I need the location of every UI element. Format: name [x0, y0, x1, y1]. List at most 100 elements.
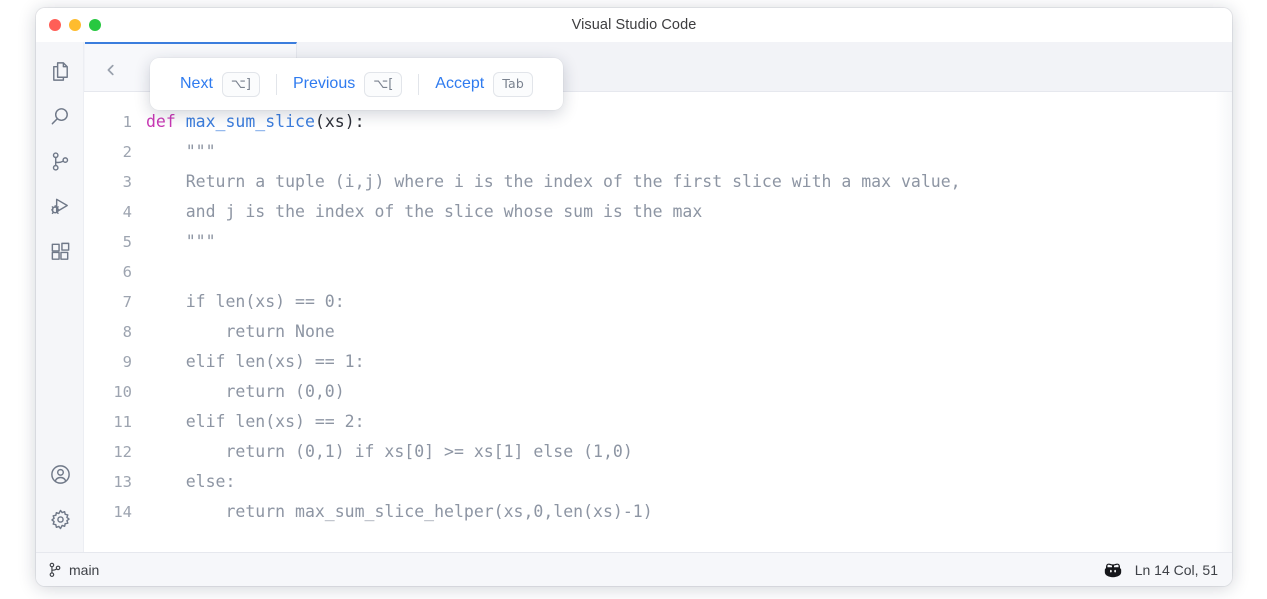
status-bar: main Ln 14 Col, 51 — [36, 552, 1232, 586]
code-token: max_sum_slice — [186, 112, 315, 131]
line-number: 13 — [84, 467, 146, 497]
code-token: return (0,1) if xs[0] >= xs[1] else (1,0… — [146, 442, 633, 461]
code-token: return None — [146, 322, 335, 341]
code-token: and j is the index of the slice whose su… — [146, 202, 702, 221]
activity-item-accounts[interactable] — [36, 452, 84, 497]
toolbar-divider-2 — [418, 74, 419, 95]
code-line: 2 """ — [84, 137, 1232, 167]
status-bar-right-group: Ln 14 Col, 51 — [1103, 553, 1218, 586]
code-token: return (0,0) — [146, 382, 345, 401]
line-number: 11 — [84, 407, 146, 437]
activity-item-explorer[interactable] — [36, 49, 84, 94]
window-controls — [49, 19, 101, 31]
activity-bar-bottom-group — [36, 452, 84, 542]
line-number: 4 — [84, 197, 146, 227]
toolbar-divider-1 — [276, 74, 277, 95]
code-line: 14 return max_sum_slice_helper(xs,0,len(… — [84, 497, 1232, 527]
line-source: return (0,1) if xs[0] >= xs[1] else (1,0… — [146, 442, 633, 461]
window-title: Visual Studio Code — [36, 8, 1232, 42]
suggestion-accept-label: Accept — [435, 76, 484, 92]
line-number: 1 — [84, 107, 146, 137]
line-number: 2 — [84, 137, 146, 167]
suggestion-next-button[interactable]: Next ⌥] — [168, 72, 272, 97]
line-source: and j is the index of the slice whose su… — [146, 202, 702, 221]
line-number: 5 — [84, 227, 146, 257]
title-bar: Visual Studio Code — [36, 8, 1232, 43]
gear-icon — [49, 508, 72, 531]
line-source: """ — [146, 232, 216, 251]
activity-bar-top-group — [36, 49, 84, 274]
line-source: """ — [146, 142, 216, 161]
close-window-button[interactable] — [49, 19, 61, 31]
activity-item-run-and-debug[interactable] — [36, 184, 84, 229]
activity-bar — [36, 42, 84, 552]
code-line: 9 elif len(xs) == 1: — [84, 347, 1232, 377]
code-line: 5 """ — [84, 227, 1232, 257]
status-cursor-position[interactable]: Ln 14 Col, 51 — [1135, 563, 1218, 577]
code-line: 4 and j is the index of the slice whose … — [84, 197, 1232, 227]
suggestion-accept-button[interactable]: Accept Tab — [423, 72, 545, 97]
line-source: elif len(xs) == 2: — [146, 412, 365, 431]
code-token: (xs): — [315, 112, 365, 131]
code-token: """ — [146, 142, 216, 161]
code-line: 7 if len(xs) == 0: — [84, 287, 1232, 317]
code-line: 11 elif len(xs) == 2: — [84, 407, 1232, 437]
extensions-blocks-icon — [49, 240, 72, 263]
line-source: return (0,0) — [146, 382, 345, 401]
suggestion-next-label: Next — [180, 76, 213, 92]
line-number: 8 — [84, 317, 146, 347]
app-root: Visual Studio Code — [0, 0, 1267, 599]
activity-item-settings[interactable] — [36, 497, 84, 542]
activity-item-search[interactable] — [36, 94, 84, 139]
line-number: 9 — [84, 347, 146, 377]
activity-item-source-control[interactable] — [36, 139, 84, 184]
status-copilot-item[interactable] — [1103, 561, 1123, 579]
code-line: 3 Return a tuple (i,j) where i is the in… — [84, 167, 1232, 197]
code-line: 1def max_sum_slice(xs): — [84, 107, 1232, 137]
code-token: elif len(xs) == 2: — [146, 412, 365, 431]
maximize-window-button[interactable] — [89, 19, 101, 31]
code-token: if len(xs) == 0: — [146, 292, 345, 311]
code-token: def — [146, 112, 186, 131]
account-person-icon — [49, 463, 72, 486]
code-token: return max_sum_slice_helper(xs,0,len(xs)… — [146, 502, 653, 521]
source-control-branch-icon — [49, 150, 72, 173]
line-source: else: — [146, 472, 235, 491]
code-lines: 1def max_sum_slice(xs):2 """3 Return a t… — [84, 107, 1232, 527]
line-number: 10 — [84, 377, 146, 407]
alt-bracket-right-key: ⌥] — [222, 72, 260, 97]
suggestion-previous-button[interactable]: Previous ⌥[ — [281, 72, 414, 97]
suggestion-previous-label: Previous — [293, 76, 355, 92]
vscode-window: Visual Studio Code — [36, 8, 1232, 586]
code-token: else: — [146, 472, 235, 491]
code-editor[interactable]: 1def max_sum_slice(xs):2 """3 Return a t… — [84, 92, 1232, 552]
code-line: 13 else: — [84, 467, 1232, 497]
line-number: 12 — [84, 437, 146, 467]
inline-suggestion-toolbar: Next ⌥] Previous ⌥[ Accept Tab — [150, 58, 563, 110]
code-token: """ — [146, 232, 216, 251]
line-source: def max_sum_slice(xs): — [146, 112, 365, 131]
minimize-window-button[interactable] — [69, 19, 81, 31]
line-number: 14 — [84, 497, 146, 527]
line-source: return max_sum_slice_helper(xs,0,len(xs)… — [146, 502, 653, 521]
tab-key: Tab — [493, 72, 533, 97]
line-number: 6 — [84, 257, 146, 287]
alt-bracket-left-key: ⌥[ — [364, 72, 402, 97]
code-line: 8 return None — [84, 317, 1232, 347]
run-and-debug-icon — [49, 195, 72, 218]
explorer-files-icon — [49, 60, 72, 83]
chevron-left-icon[interactable] — [104, 63, 118, 77]
code-line: 12 return (0,1) if xs[0] >= xs[1] else (… — [84, 437, 1232, 467]
line-source: elif len(xs) == 1: — [146, 352, 365, 371]
status-branch-label: main — [69, 563, 99, 577]
code-token: elif len(xs) == 1: — [146, 352, 365, 371]
code-token: Return a tuple (i,j) where i is the inde… — [146, 172, 961, 191]
line-source: if len(xs) == 0: — [146, 292, 345, 311]
line-number: 7 — [84, 287, 146, 317]
search-icon — [49, 105, 72, 128]
source-control-branch-icon — [48, 562, 62, 578]
code-line: 10 return (0,0) — [84, 377, 1232, 407]
line-source: Return a tuple (i,j) where i is the inde… — [146, 172, 961, 191]
activity-item-extensions[interactable] — [36, 229, 84, 274]
status-branch-item[interactable]: main — [48, 553, 99, 586]
